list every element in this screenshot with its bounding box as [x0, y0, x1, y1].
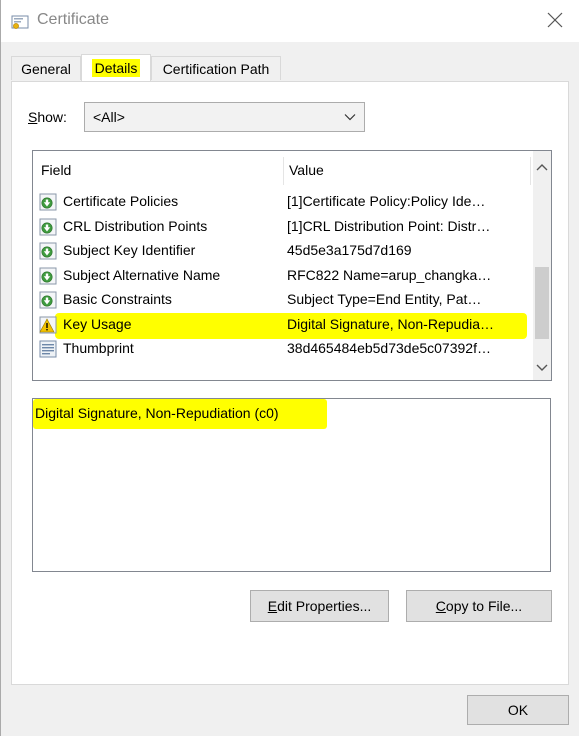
show-dropdown-value: <All>	[93, 109, 125, 125]
edit-properties-label: Edit Properties...	[267, 598, 372, 614]
row-field-value: RFC822 Name=arup_changka…	[287, 266, 492, 283]
row-field-value: 45d5e3a175d7d169	[287, 242, 412, 258]
certificate-icon	[11, 15, 29, 29]
row-field-value: Subject Type=End Entity, Pat…	[287, 291, 482, 307]
row-field-name: Certificate Policies	[63, 193, 179, 209]
certificate-extension-icon	[39, 193, 57, 211]
field-value-textbox[interactable]: Digital Signature, Non-Repudiation (c0)	[32, 398, 551, 572]
list-row[interactable]: Thumbprint 38d465484eb5d73de5c07392f…	[33, 337, 533, 361]
list-scrollbar[interactable]	[533, 151, 551, 380]
tab-general-label: General	[21, 61, 71, 77]
scrollbar-thumb[interactable]	[535, 267, 549, 339]
tab-details-label: Details	[91, 59, 141, 77]
fields-list[interactable]: Field Value Certificate Policies [1]Certi…	[32, 150, 552, 381]
row-field-value: [1]CRL Distribution Point: Distr…	[287, 217, 491, 234]
chevron-down-icon	[344, 114, 356, 121]
row-field-value: Digital Signature, Non-Repudia…	[287, 315, 494, 332]
certificate-extension-icon	[39, 242, 57, 260]
column-header-field[interactable]: Field	[41, 162, 71, 184]
copy-to-file-button[interactable]: Copy to File...	[406, 590, 552, 622]
row-field-value: [1]Certificate Policy:Policy Ide…	[287, 193, 486, 209]
certificate-extension-icon	[39, 291, 57, 309]
column-divider[interactable]	[283, 157, 284, 185]
critical-extension-icon	[39, 316, 57, 333]
tab-general[interactable]: General	[11, 56, 81, 80]
details-tab-panel: Show: <All> Field Value Certificate Poli…	[11, 81, 569, 685]
list-row[interactable]: Basic Constraints Subject Type=End Entity…	[33, 288, 533, 312]
list-row[interactable]: Key Usage Digital Signature, Non-Repudia…	[33, 312, 533, 339]
row-field-name: CRL Distribution Points	[63, 217, 208, 234]
close-icon[interactable]	[543, 8, 567, 32]
list-header: Field Value	[33, 151, 535, 187]
scroll-down-icon[interactable]	[533, 358, 551, 376]
certificate-dialog: Certificate General Details Certificatio…	[0, 0, 579, 736]
copy-to-file-label: Copy to File...	[435, 598, 523, 614]
list-row[interactable]: Subject Alternative Name RFC822 Name=arup…	[33, 264, 533, 288]
column-header-value[interactable]: Value	[289, 162, 324, 184]
row-field-value: 38d465484eb5d73de5c07392f…	[287, 340, 491, 356]
certificate-extension-icon	[39, 218, 57, 235]
tab-certification-path-label: Certification Path	[162, 61, 270, 77]
list-row[interactable]: CRL Distribution Points [1]CRL Distributi…	[33, 215, 533, 239]
field-value-text: Digital Signature, Non-Repudiation (c0)	[35, 405, 279, 421]
show-label: Show:	[28, 109, 67, 125]
row-field-name: Key Usage	[63, 315, 132, 332]
list-row[interactable]: Subject Key Identifier 45d5e3a175d7d169	[33, 239, 533, 263]
ok-label: OK	[507, 702, 529, 718]
title-bar: Certificate	[1, 0, 579, 42]
edit-properties-button[interactable]: Edit Properties...	[250, 590, 389, 622]
thumbprint-icon	[39, 340, 57, 358]
row-field-name: Basic Constraints	[63, 291, 172, 307]
column-divider[interactable]	[530, 157, 531, 185]
scroll-up-icon[interactable]	[533, 159, 551, 177]
certificate-extension-icon	[39, 267, 57, 284]
list-row[interactable]: Certificate Policies [1]Certificate Polic…	[33, 190, 533, 214]
ok-button[interactable]: OK	[467, 695, 569, 725]
show-dropdown[interactable]: <All>	[84, 102, 365, 132]
window-title: Certificate	[37, 11, 110, 28]
tab-details[interactable]: Details	[81, 54, 151, 82]
row-field-name: Subject Key Identifier	[63, 242, 196, 258]
tab-certification-path[interactable]: Certification Path	[151, 56, 281, 80]
row-field-name: Thumbprint	[63, 340, 134, 356]
row-field-name: Subject Alternative Name	[63, 266, 221, 283]
